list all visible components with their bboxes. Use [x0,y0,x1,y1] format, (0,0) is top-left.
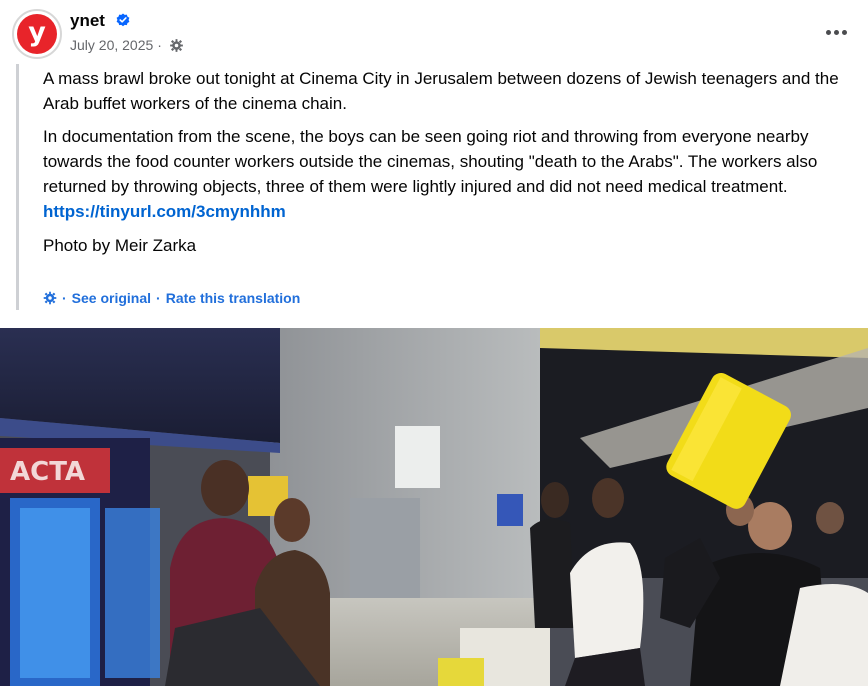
photo-sign-text: ACTA [10,457,85,487]
page-avatar[interactable]: y [12,9,62,59]
more-options-button[interactable] [822,20,850,44]
ynet-logo: y [17,14,57,54]
post-body: A mass brawl broke out tonight at Cinema… [43,66,853,258]
more-options-icon-dot [841,29,847,35]
see-original-link[interactable]: See original [72,290,151,306]
translation-separator: · [62,290,67,306]
post-link[interactable]: https://tinyurl.com/3cmynhhm [43,199,853,224]
globe-gear-icon [170,38,183,52]
post-paragraph-2-text: In documentation from the scene, the boy… [43,127,818,196]
translation-gear-icon[interactable] [43,291,57,305]
verified-badge-icon [116,13,130,27]
page-name-link[interactable]: ynet [70,11,105,31]
post-date[interactable]: July 20, 2025 [70,37,153,53]
post-header: y ynet July 20, 2025 · [0,0,868,62]
translation-separator-2: · [156,290,161,306]
photo-scene-illustration: ACTA [0,328,868,686]
rate-translation-link[interactable]: Rate this translation [166,290,301,306]
more-options-icon-dot [833,29,839,35]
more-options-icon [825,29,831,35]
post-photo[interactable]: ACTA [0,328,868,686]
photo-credit: Photo by Meir Zarka [43,236,197,255]
meta-separator: · [157,37,162,53]
translation-bar: · See original · Rate this translation [43,290,300,306]
post-paragraph-1: A mass brawl broke out tonight at Cinema… [43,69,839,113]
translated-post-block: A mass brawl broke out tonight at Cinema… [16,64,856,310]
post-paragraph-2: In documentation from the scene, the boy… [43,124,853,224]
post-meta: July 20, 2025 · [70,37,184,53]
